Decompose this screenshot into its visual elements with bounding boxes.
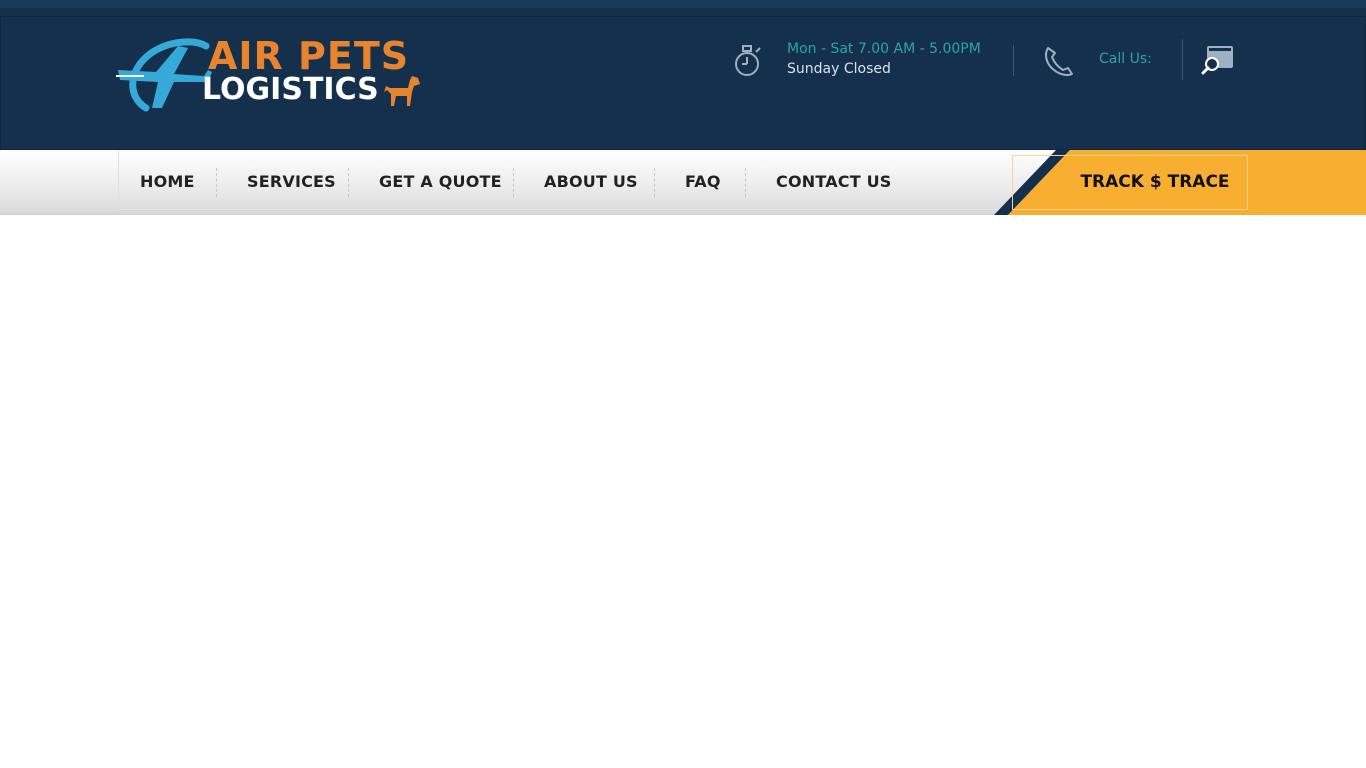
phone-icon	[1045, 47, 1073, 76]
stopwatch-icon	[735, 45, 761, 76]
airplane-logo-icon	[116, 38, 212, 112]
nav-item-get-a-quote[interactable]: GET A QUOTE	[379, 172, 502, 191]
nav-separator	[745, 168, 746, 197]
nav-item-faq[interactable]: FAQ	[685, 172, 721, 191]
nav-item-contact-us[interactable]: CONTACT US	[776, 172, 892, 191]
header-divider	[1182, 39, 1183, 80]
nav-menu: HOME SERVICES GET A QUOTE ABOUT US FAQ C…	[118, 150, 1008, 210]
nav-separator	[513, 168, 514, 197]
track-trace-button[interactable]: TRACK $ TRACE	[1012, 155, 1248, 210]
business-hours-sunday: Sunday Closed	[787, 61, 891, 77]
business-hours-weekdays: Mon - Sat 7.00 AM - 5.00PM	[787, 41, 981, 57]
nav-separator	[348, 168, 349, 197]
search-icon[interactable]	[1201, 44, 1235, 76]
nav-separator	[654, 168, 655, 197]
call-us-label: Call Us:	[1099, 51, 1152, 67]
nav-item-home[interactable]: HOME	[140, 172, 195, 191]
logo-text-logistics: LOGISTICS	[202, 72, 379, 107]
nav-item-about-us[interactable]: ABOUT US	[544, 172, 638, 191]
dog-logo-icon	[384, 76, 420, 106]
nav-separator	[216, 168, 217, 197]
nav-item-services[interactable]: SERVICES	[247, 172, 336, 191]
site-logo[interactable]: AIR PETS LOGISTICS	[116, 34, 436, 114]
header-divider	[1013, 45, 1014, 76]
